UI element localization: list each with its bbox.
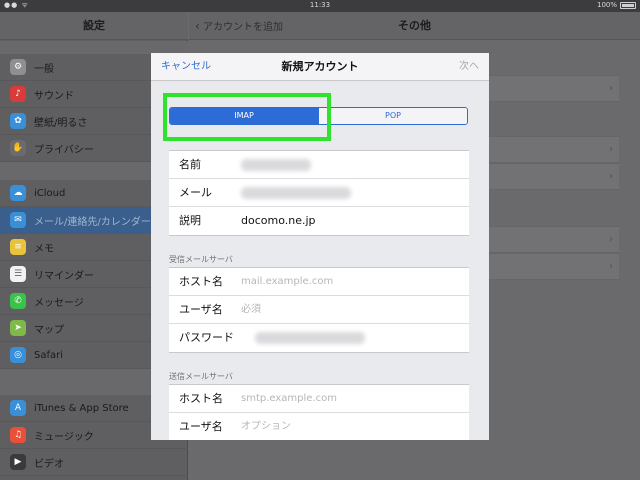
modal-title: 新規アカウント	[281, 60, 359, 73]
status-time: 11:33	[309, 1, 331, 9]
incoming-user-input[interactable]: 必須	[241, 296, 261, 324]
incoming-password-label: パスワード	[179, 331, 234, 344]
incoming-host-row[interactable]: ホスト名 mail.example.com	[169, 268, 469, 296]
flower-icon: ✿	[10, 113, 26, 129]
name-row[interactable]: 名前	[169, 151, 469, 179]
outgoing-host-input[interactable]: smtp.example.com	[241, 385, 337, 413]
incoming-server-group: ホスト名 mail.example.com ユーザ名 必須 パスワード	[169, 267, 469, 353]
sidebar-item-label: Safari	[34, 349, 64, 361]
message-icon: ✆	[10, 293, 26, 309]
sidebar-item-label: 一般	[34, 63, 54, 75]
incoming-password-input[interactable]	[255, 332, 365, 344]
modal-nav-bar: キャンセル 新規アカウント 次へ	[151, 53, 489, 81]
compass-icon: ◎	[10, 347, 26, 363]
music-icon: ♫	[10, 427, 26, 443]
incoming-user-label: ユーザ名	[179, 303, 223, 316]
map-icon: ➤	[10, 320, 26, 336]
speaker-icon: ♪	[10, 86, 26, 102]
email-row[interactable]: メール	[169, 179, 469, 207]
sidebar-item-label: リマインダー	[34, 270, 94, 282]
cloud-icon: ☁	[10, 185, 26, 201]
chevron-right-icon: ›	[609, 171, 613, 182]
sidebar-item-label: サウンド	[34, 90, 74, 102]
notes-icon: ≡	[10, 239, 26, 255]
account-info-group: 名前 メール 説明 docomo.ne.jp	[169, 150, 469, 236]
email-field[interactable]	[241, 187, 351, 199]
background-cell: ›	[489, 253, 619, 280]
description-label: 説明	[179, 214, 201, 227]
background-cell: ›	[489, 75, 619, 102]
outgoing-host-label: ホスト名	[179, 392, 223, 405]
chevron-right-icon: ›	[609, 83, 613, 94]
sidebar-item-label: メール/連絡先/カレンダー	[34, 216, 151, 228]
sidebar-item-label: プライバシー	[34, 144, 94, 156]
outgoing-server-header: 送信メールサーバ	[169, 372, 233, 381]
incoming-user-row[interactable]: ユーザ名 必須	[169, 296, 469, 324]
outgoing-user-row[interactable]: ユーザ名 オプション	[169, 413, 469, 440]
sidebar-item-label: ビデオ	[34, 458, 64, 470]
outgoing-user-input[interactable]: オプション	[241, 413, 291, 440]
background-cell: ›	[489, 136, 619, 163]
outgoing-user-label: ユーザ名	[179, 420, 223, 433]
chevron-right-icon: ›	[609, 234, 613, 245]
detail-title: その他	[398, 19, 431, 32]
battery-percent: 100%	[596, 1, 617, 9]
incoming-host-label: ホスト名	[179, 275, 223, 288]
list-icon: ☰	[10, 266, 26, 282]
incoming-password-row[interactable]: パスワード	[169, 324, 469, 352]
incoming-server-header: 受信メールサーバ	[169, 255, 233, 264]
sidebar-item-video[interactable]: ▶ ビデオ	[0, 449, 188, 476]
background-cell: ›	[489, 163, 619, 190]
sidebar-item-label: ミュージック	[34, 431, 94, 443]
next-button[interactable]: 次へ	[459, 53, 479, 81]
name-field[interactable]	[241, 159, 311, 171]
video-icon: ▶	[10, 454, 26, 470]
battery-icon	[620, 1, 636, 9]
battery-indicator: 100%	[597, 1, 636, 9]
chevron-right-icon: ›	[609, 144, 613, 155]
highlight-box	[163, 93, 331, 141]
sidebar-title: 設定	[0, 12, 188, 40]
sidebar-item-label: iTunes & App Store	[34, 402, 129, 414]
incoming-host-input[interactable]: mail.example.com	[241, 268, 333, 296]
segment-pop[interactable]: POP	[318, 108, 467, 124]
name-label: 名前	[179, 158, 201, 171]
outgoing-server-group: ホスト名 smtp.example.com ユーザ名 オプション	[169, 384, 469, 440]
sidebar-item-label: 壁紙/明るさ	[34, 117, 88, 129]
sidebar-item-label: メモ	[34, 243, 54, 255]
mail-icon: ✉	[10, 212, 26, 228]
sidebar-item-label: メッセージ	[34, 297, 84, 309]
status-bar: ●● ᯤ 11:33 100%	[0, 0, 640, 12]
detail-nav-bar: ‹ アカウントを追加 その他	[189, 12, 640, 40]
chevron-right-icon: ›	[609, 261, 613, 272]
outgoing-host-row[interactable]: ホスト名 smtp.example.com	[169, 385, 469, 413]
gear-icon: ⚙	[10, 59, 26, 75]
app-store-icon: A	[10, 400, 26, 416]
new-account-modal: キャンセル 新規アカウント 次へ IMAP POP 名前 メール 説明 doco…	[151, 53, 489, 440]
background-cell: ›	[489, 226, 619, 253]
description-row[interactable]: 説明 docomo.ne.jp	[169, 207, 469, 235]
sidebar-item-label: マップ	[34, 324, 64, 336]
hand-icon: ✋	[10, 140, 26, 156]
sidebar-item-label: iCloud	[34, 187, 66, 199]
email-label: メール	[179, 186, 212, 199]
description-field[interactable]: docomo.ne.jp	[241, 207, 316, 235]
